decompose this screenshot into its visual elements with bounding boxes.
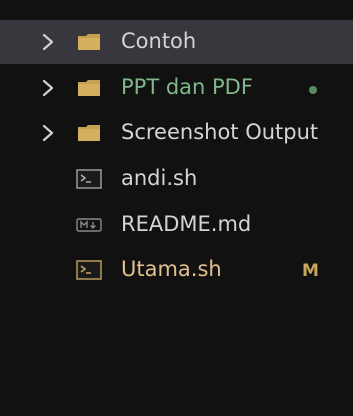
git-status-dot — [309, 86, 317, 94]
file-explorer-tree: Contoh PPT dan PDF Screenshot Output and — [0, 0, 353, 416]
tree-item-readme-md[interactable]: README.md — [0, 203, 353, 247]
tree-item-label: PPT dan PDF — [121, 75, 253, 99]
terminal-file-icon — [76, 169, 102, 189]
partial-row-above — [0, 0, 353, 20]
tree-item-label: Screenshot Output — [121, 120, 319, 144]
tree-item-label: README.md — [121, 212, 252, 236]
git-modified-badge: M — [302, 261, 319, 281]
folder-icon — [78, 125, 100, 141]
terminal-file-icon — [76, 260, 102, 280]
tree-item-label: Utama.sh — [121, 257, 222, 281]
markdown-file-icon — [76, 218, 102, 232]
folder-icon — [78, 34, 100, 50]
tree-item-label: Contoh — [121, 29, 197, 53]
tree-item-screenshot-output[interactable]: Screenshot Output — [0, 111, 353, 155]
chevron-right-icon[interactable] — [40, 77, 56, 99]
tree-item-contoh[interactable]: Contoh — [0, 20, 353, 64]
chevron-right-icon[interactable] — [40, 122, 56, 144]
folder-icon — [78, 80, 100, 96]
tree-item-utama-sh[interactable]: Utama.sh M — [0, 248, 353, 292]
tree-item-label: andi.sh — [121, 166, 198, 190]
chevron-right-icon[interactable] — [40, 31, 56, 53]
tree-item-andi-sh[interactable]: andi.sh — [0, 157, 353, 201]
tree-item-ppt-dan-pdf[interactable]: PPT dan PDF — [0, 66, 353, 110]
